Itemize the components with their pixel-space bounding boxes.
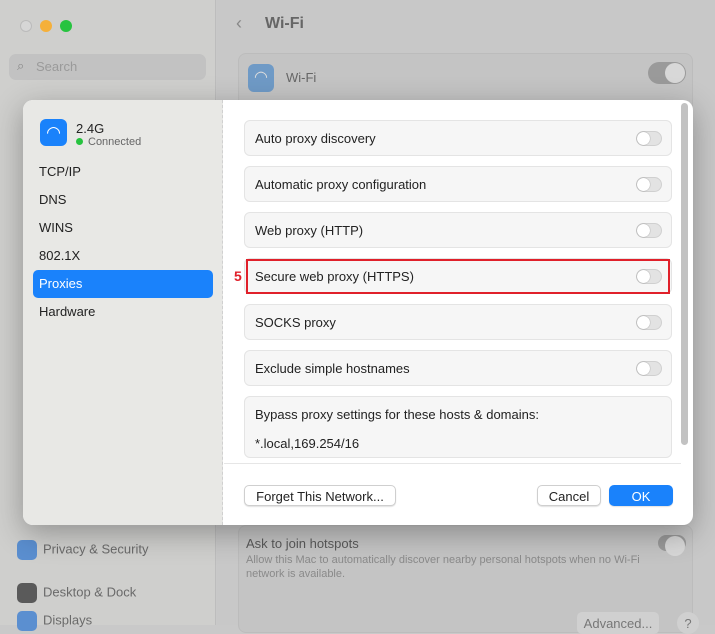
bypass-label: Bypass proxy settings for these hosts & … xyxy=(255,407,539,422)
wifi-icon: ◠ xyxy=(248,64,274,92)
divider xyxy=(224,463,681,464)
sidebar-item-desktop-dock[interactable]: Desktop & Dock xyxy=(17,583,136,603)
bypass-section: Bypass proxy settings for these hosts & … xyxy=(244,396,672,458)
sidebar-item-displays[interactable]: Displays xyxy=(17,611,92,631)
nav-wins[interactable]: WINS xyxy=(33,214,213,242)
advanced-button[interactable]: Advanced... xyxy=(577,612,659,634)
search-placeholder: Search xyxy=(36,59,78,74)
proxy-row-auto-config: Automatic proxy configuration xyxy=(244,166,672,202)
hand-icon xyxy=(17,540,37,560)
network-name: 2.4G xyxy=(76,121,105,136)
cancel-button[interactable]: Cancel xyxy=(537,485,601,506)
wifi-icon: ◠ xyxy=(40,119,67,146)
search-icon: ⌕ xyxy=(17,58,25,73)
socks-proxy-toggle[interactable] xyxy=(636,315,662,330)
proxy-row-exclude-simple: Exclude simple hostnames xyxy=(244,350,672,386)
annotation-number: 5 xyxy=(234,268,242,284)
nav-dns[interactable]: DNS xyxy=(33,186,213,214)
forget-network-button[interactable]: Forget This Network... xyxy=(244,485,396,506)
ok-button[interactable]: OK xyxy=(609,485,673,506)
nav-tcpip[interactable]: TCP/IP xyxy=(33,158,213,186)
help-button[interactable]: ? xyxy=(677,612,699,634)
highlight-box xyxy=(246,259,670,294)
zoom-window-button[interactable] xyxy=(60,20,72,32)
nav-proxies[interactable]: Proxies xyxy=(33,270,213,298)
scrollbar[interactable] xyxy=(681,103,688,445)
hotspots-description: Allow this Mac to automatically discover… xyxy=(246,554,640,580)
network-details-dialog: ◠ 2.4G Connected TCP/IP DNS WINS 802.1X … xyxy=(23,100,693,525)
connected-dot-icon xyxy=(76,138,83,145)
back-button[interactable]: ‹ xyxy=(236,13,242,34)
wifi-label: Wi-Fi xyxy=(286,70,317,85)
search-input[interactable]: ⌕ Search xyxy=(9,54,206,80)
dock-icon xyxy=(17,583,37,603)
displays-icon xyxy=(17,611,37,631)
web-proxy-http-toggle[interactable] xyxy=(636,223,662,238)
automatic-proxy-configuration-toggle[interactable] xyxy=(636,177,662,192)
exclude-simple-hostnames-toggle[interactable] xyxy=(636,361,662,376)
page-title: Wi-Fi xyxy=(265,15,304,32)
dialog-sidebar: ◠ 2.4G Connected TCP/IP DNS WINS 802.1X … xyxy=(23,100,223,525)
proxy-row-http: Web proxy (HTTP) xyxy=(244,212,672,248)
proxy-row-socks: SOCKS proxy xyxy=(244,304,672,340)
hotspots-toggle[interactable] xyxy=(658,535,686,556)
bypass-input[interactable]: *.local,169.254/16 xyxy=(255,436,671,451)
nav-8021x[interactable]: 802.1X xyxy=(33,242,213,270)
network-status: Connected xyxy=(76,136,141,148)
sidebar-item-privacy-security[interactable]: Privacy & Security xyxy=(17,540,148,560)
nav-hardware[interactable]: Hardware xyxy=(33,298,213,326)
hotspots-title: Ask to join hotspots xyxy=(246,536,359,551)
minimize-window-button[interactable] xyxy=(40,20,52,32)
auto-proxy-discovery-toggle[interactable] xyxy=(636,131,662,146)
proxy-row-auto-discovery: Auto proxy discovery xyxy=(244,120,672,156)
wifi-toggle[interactable] xyxy=(648,62,686,84)
close-window-button[interactable] xyxy=(20,20,32,32)
